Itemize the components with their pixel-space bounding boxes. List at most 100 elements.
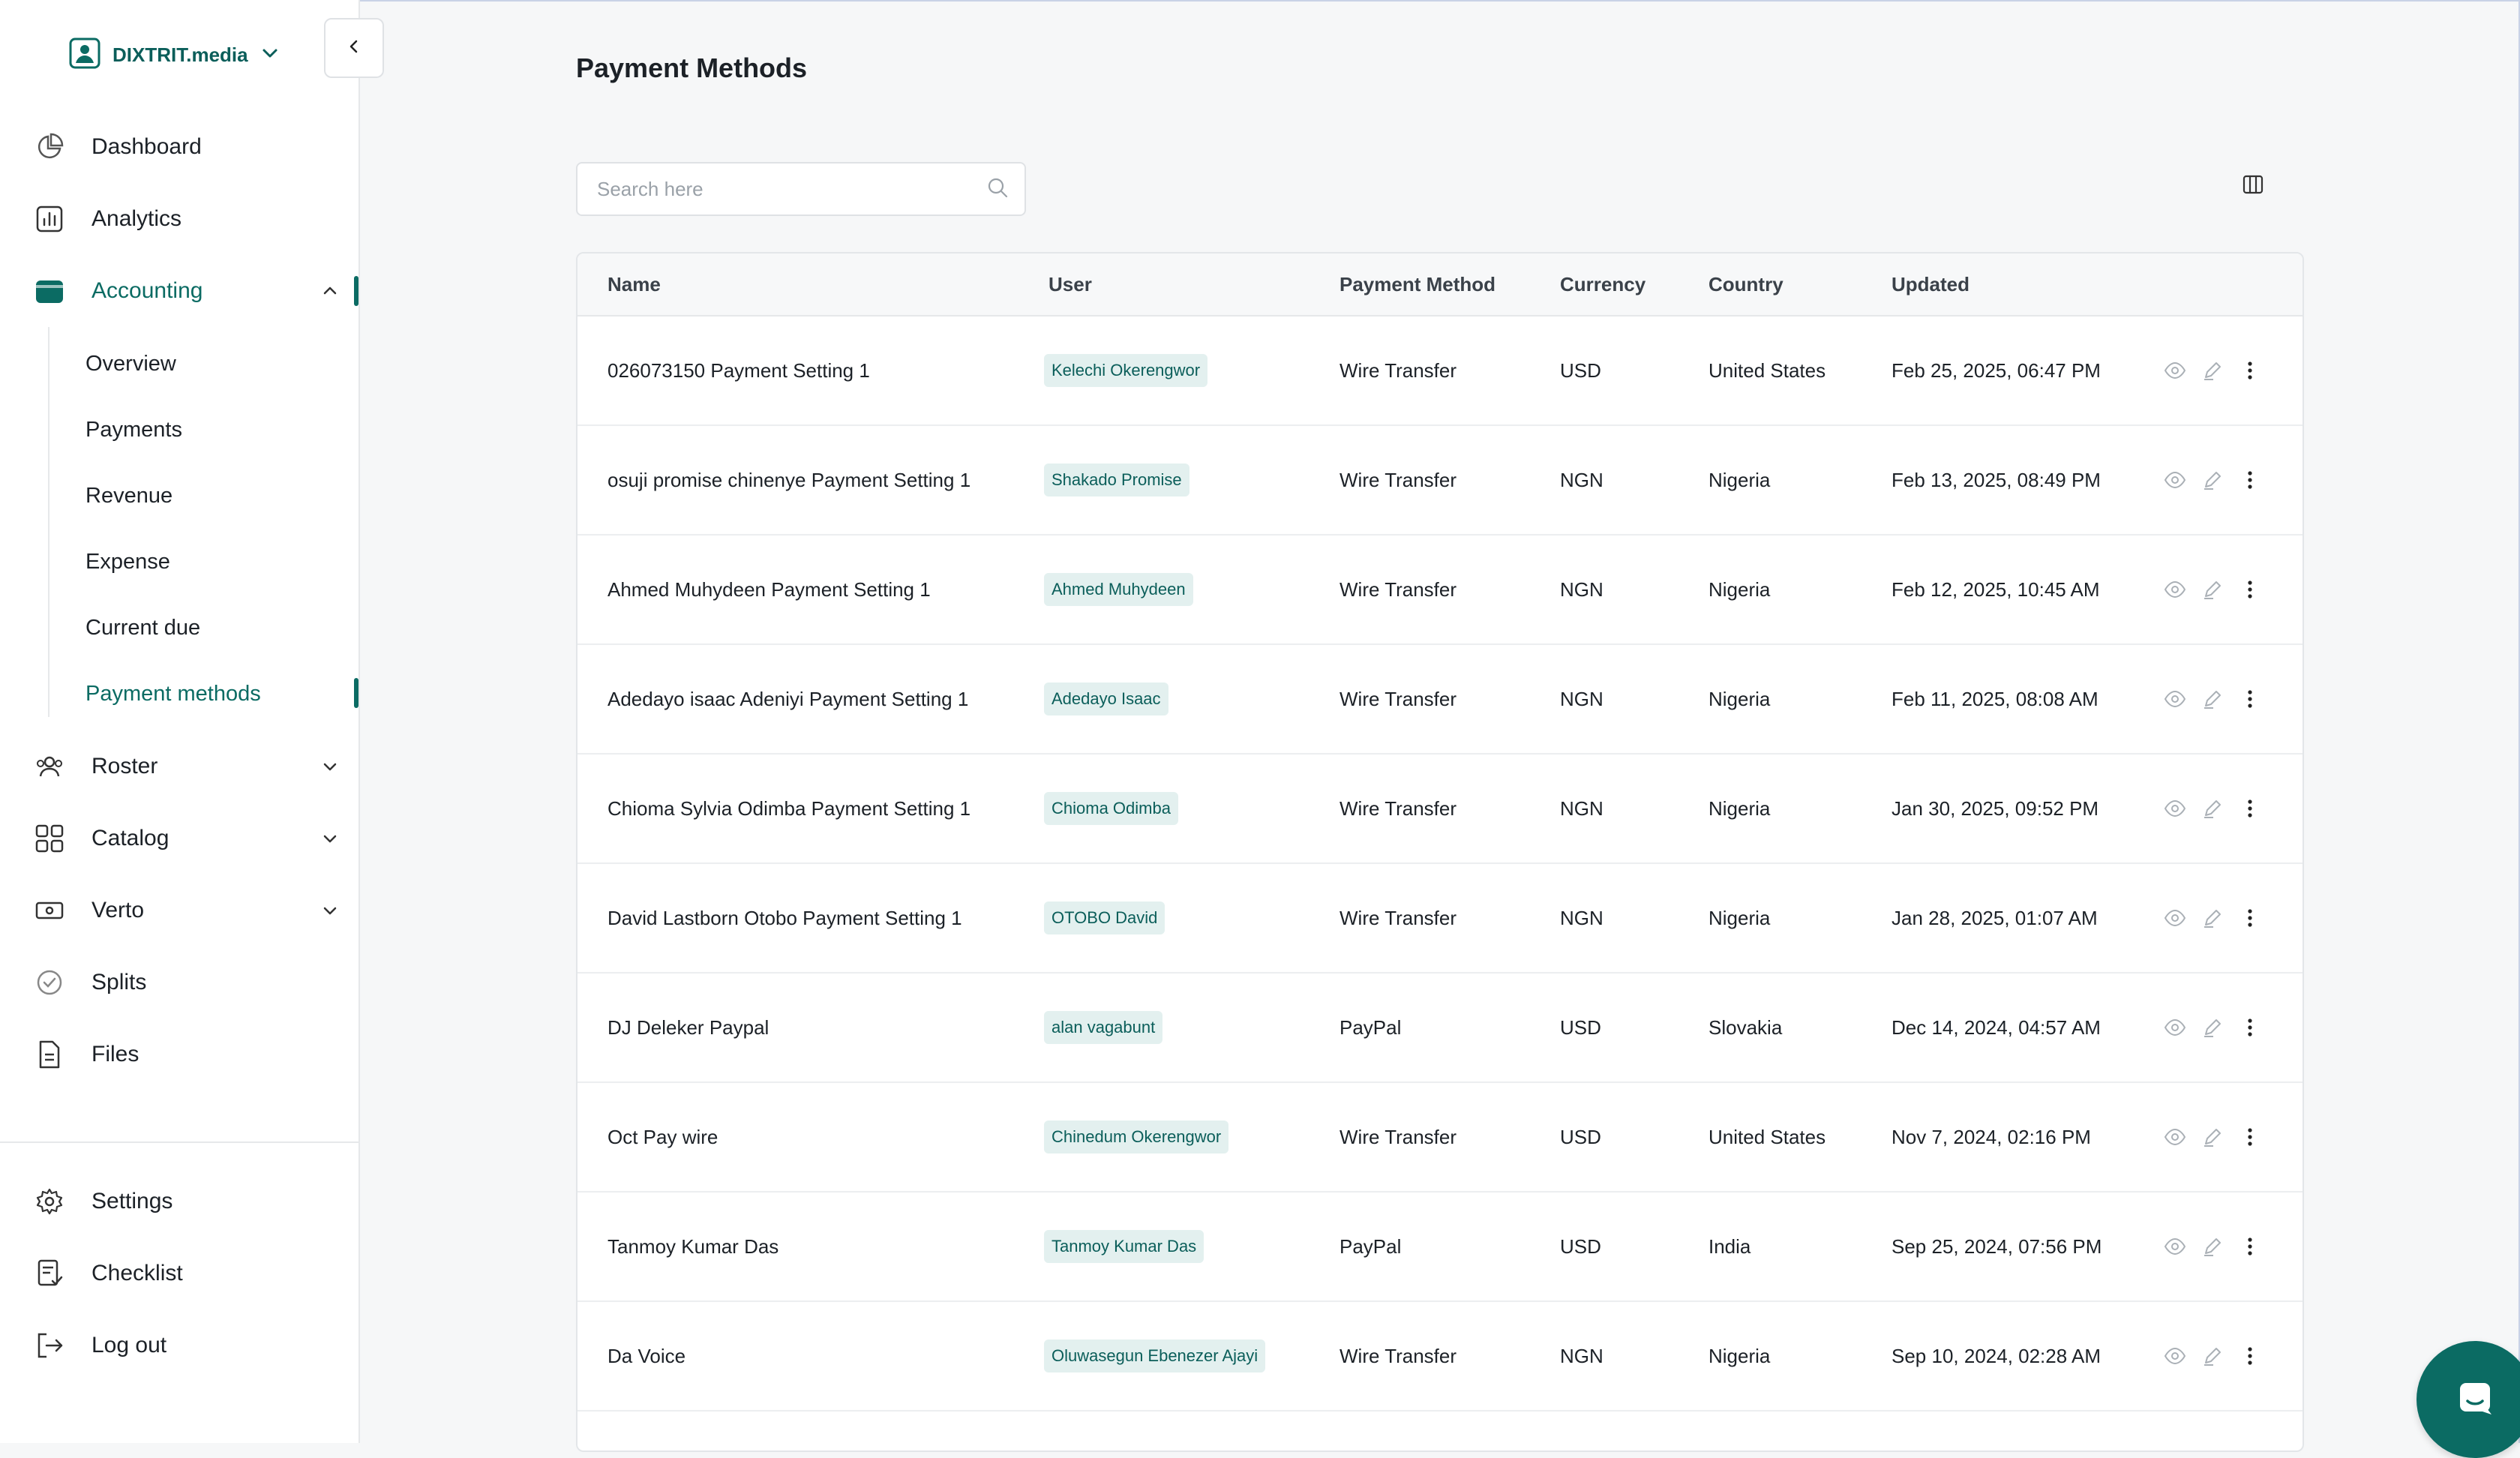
- search-icon[interactable]: [986, 176, 1010, 203]
- user-badge[interactable]: Oluwasegun Ebenezer Ajayi: [1044, 1340, 1266, 1372]
- more-vertical-icon[interactable]: [2238, 687, 2262, 711]
- cell-name: Chioma Sylvia Odimba Payment Setting 1: [608, 796, 971, 820]
- bar-chart-icon: [33, 202, 66, 236]
- user-badge[interactable]: Chinedum Okerengwor: [1044, 1120, 1229, 1154]
- sidebar-subitem-overview[interactable]: Overview: [86, 345, 340, 382]
- cell-updated: Sep 25, 2024, 07:56 PM: [1892, 1234, 2102, 1258]
- split-badge-icon: [33, 966, 66, 999]
- more-vertical-icon[interactable]: [2238, 578, 2262, 602]
- org-switcher[interactable]: DIXTRIT.media: [69, 38, 280, 72]
- user-badge[interactable]: Kelechi Okerengwor: [1044, 354, 1208, 387]
- more-vertical-icon[interactable]: [2238, 1344, 2262, 1368]
- cell-country: Nigeria: [1708, 578, 1771, 601]
- table-row[interactable]: 026073150 Payment Setting 1 Kelechi Okere…: [578, 316, 2302, 426]
- collapse-sidebar-button[interactable]: [324, 18, 384, 78]
- column-header-user[interactable]: User: [1048, 254, 1092, 315]
- more-vertical-icon[interactable]: [2238, 906, 2262, 930]
- edit-icon[interactable]: [2200, 468, 2224, 492]
- eye-icon[interactable]: [2163, 1344, 2187, 1368]
- edit-icon[interactable]: [2200, 1016, 2224, 1040]
- table-row[interactable]: Da Voice Oluwasegun Ebenezer Ajayi Wire Tr…: [578, 1302, 2302, 1412]
- sidebar-subitem-payments[interactable]: Payments: [86, 411, 340, 448]
- column-header-payment-method[interactable]: Payment Method: [1340, 254, 1496, 315]
- eye-icon[interactable]: [2163, 687, 2187, 711]
- more-vertical-icon[interactable]: [2238, 796, 2262, 820]
- user-badge[interactable]: Shakado Promise: [1044, 464, 1190, 496]
- eye-icon[interactable]: [2163, 358, 2187, 382]
- sidebar-item-roster[interactable]: Roster: [33, 744, 342, 789]
- eye-icon[interactable]: [2163, 1234, 2187, 1258]
- sidebar-subitem-revenue[interactable]: Revenue: [86, 477, 340, 514]
- edit-icon[interactable]: [2200, 1344, 2224, 1368]
- table-row[interactable]: DJ Deleker Paypal alan vagabunt PayPal USD S…: [578, 974, 2302, 1083]
- edit-icon[interactable]: [2200, 1125, 2224, 1149]
- sidebar-item-verto[interactable]: Verto: [33, 888, 342, 933]
- sidebar-item-label: Catalog: [92, 826, 170, 850]
- more-vertical-icon[interactable]: [2238, 468, 2262, 492]
- row-actions: [2163, 1302, 2262, 1410]
- sidebar-item-logout[interactable]: Log out: [33, 1323, 342, 1368]
- cell-payment-method: Wire Transfer: [1340, 1125, 1457, 1148]
- sidebar-item-settings[interactable]: Settings: [33, 1179, 342, 1224]
- column-header-currency[interactable]: Currency: [1560, 254, 1646, 315]
- sidebar-divider: [0, 1142, 360, 1143]
- search-input[interactable]: [596, 176, 986, 202]
- sidebar-item-catalog[interactable]: Catalog: [33, 816, 342, 861]
- cell-name: Ahmed Muhydeen Payment Setting 1: [608, 578, 931, 601]
- edit-icon[interactable]: [2200, 906, 2224, 930]
- checklist-icon: [33, 1257, 66, 1290]
- edit-icon[interactable]: [2200, 578, 2224, 602]
- sidebar-subitem-expense[interactable]: Expense: [86, 543, 340, 580]
- chat-support-button[interactable]: [2416, 1341, 2520, 1458]
- table-row[interactable]: Ahmed Muhydeen Payment Setting 1 Ahmed Mu…: [578, 536, 2302, 645]
- user-badge[interactable]: alan vagabunt: [1044, 1011, 1163, 1044]
- eye-icon[interactable]: [2163, 906, 2187, 930]
- cell-updated: Jan 28, 2025, 01:07 AM: [1892, 906, 2098, 929]
- more-vertical-icon[interactable]: [2238, 358, 2262, 382]
- table-header: Name User Payment Method Currency Countr…: [578, 254, 2302, 316]
- chevron-down-icon: [318, 830, 342, 848]
- sidebar-item-checklist[interactable]: Checklist: [33, 1251, 342, 1296]
- sidebar-item-dashboard[interactable]: Dashboard: [33, 124, 342, 170]
- table-row[interactable]: Chioma Sylvia Odimba Payment Setting 1 Ch…: [578, 754, 2302, 864]
- more-vertical-icon[interactable]: [2238, 1234, 2262, 1258]
- sidebar-item-splits[interactable]: Splits: [33, 960, 342, 1005]
- edit-icon[interactable]: [2200, 687, 2224, 711]
- column-header-country[interactable]: Country: [1708, 254, 1784, 315]
- edit-icon[interactable]: [2200, 358, 2224, 382]
- cell-payment-method: PayPal: [1340, 1234, 1402, 1258]
- eye-icon[interactable]: [2163, 578, 2187, 602]
- sidebar-item-files[interactable]: Files: [33, 1032, 342, 1077]
- cell-name: David Lastborn Otobo Payment Setting 1: [608, 906, 962, 929]
- sidebar-item-accounting[interactable]: Accounting: [33, 268, 342, 314]
- edit-icon[interactable]: [2200, 796, 2224, 820]
- sidebar-subitem-current-due[interactable]: Current due: [86, 609, 340, 646]
- user-badge[interactable]: Adedayo Isaac: [1044, 682, 1168, 716]
- chevron-up-icon: [318, 282, 342, 300]
- columns-toggle-button[interactable]: [2238, 171, 2268, 201]
- user-badge[interactable]: Tanmoy Kumar Das: [1044, 1230, 1204, 1263]
- edit-icon[interactable]: [2200, 1234, 2224, 1258]
- sidebar-subitem-payment-methods[interactable]: Payment methods: [86, 675, 340, 712]
- sidebar-item-analytics[interactable]: Analytics: [33, 196, 342, 242]
- user-badge[interactable]: Chioma Odimba: [1044, 792, 1178, 825]
- table-row[interactable]: osuji promise chinenye Payment Setting 1…: [578, 426, 2302, 536]
- row-actions: [2163, 316, 2262, 424]
- eye-icon[interactable]: [2163, 1125, 2187, 1149]
- eye-icon[interactable]: [2163, 796, 2187, 820]
- table-row[interactable]: Oct Pay wire Chinedum Okerengwor Wire Tran…: [578, 1083, 2302, 1192]
- cell-updated: Sep 10, 2024, 02:28 AM: [1892, 1344, 2101, 1367]
- column-header-name[interactable]: Name: [608, 254, 661, 315]
- more-vertical-icon[interactable]: [2238, 1125, 2262, 1149]
- user-badge[interactable]: Ahmed Muhydeen: [1044, 573, 1193, 606]
- more-vertical-icon[interactable]: [2238, 1016, 2262, 1040]
- cell-currency: NGN: [1560, 687, 1604, 710]
- table-row[interactable]: Tanmoy Kumar Das Tanmoy Kumar Das PayPal US…: [578, 1192, 2302, 1302]
- user-badge[interactable]: OTOBO David: [1044, 902, 1166, 934]
- eye-icon[interactable]: [2163, 1016, 2187, 1040]
- column-header-updated[interactable]: Updated: [1892, 254, 1970, 315]
- eye-icon[interactable]: [2163, 468, 2187, 492]
- table-row[interactable]: Adedayo isaac Adeniyi Payment Setting 1 A…: [578, 645, 2302, 754]
- table-row[interactable]: David Lastborn Otobo Payment Setting 1 OT…: [578, 864, 2302, 974]
- cell-payment-method: Wire Transfer: [1340, 358, 1457, 382]
